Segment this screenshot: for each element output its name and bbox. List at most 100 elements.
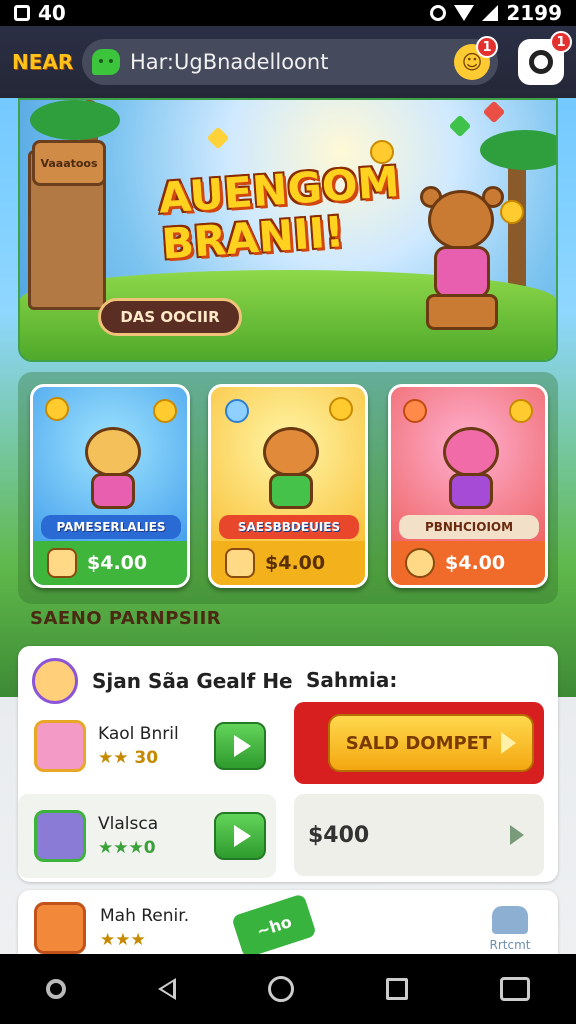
app-bar: NEAR Har:UgBnadelloont ☺ 1 1: [0, 26, 576, 98]
game-thumbnail: [34, 720, 86, 772]
list-item[interactable]: Kaol Bnril ★★ 30: [18, 704, 276, 788]
play-button[interactable]: [214, 722, 266, 770]
settings-button[interactable]: 1: [518, 31, 572, 85]
app-notification-icon: [14, 5, 30, 21]
main-content[interactable]: Vaaatoos AUENGOM BRANII! DAS OOCIIR PAME…: [0, 98, 576, 954]
back-icon[interactable]: [158, 978, 176, 1000]
building-icon: [492, 906, 528, 934]
bag-icon: [225, 548, 255, 578]
card-label: PAMESERLALIES: [41, 515, 181, 539]
pet-body: [269, 473, 313, 509]
panel-subtitle: Sahmia:: [306, 668, 398, 692]
palm-leaves: [30, 100, 120, 140]
promo-button[interactable]: SALD DOMPET: [328, 714, 534, 772]
play-button[interactable]: [214, 812, 266, 860]
pet-head: [443, 427, 499, 477]
corner-shortcut[interactable]: Rrtcmt: [480, 906, 540, 952]
palm-leaves-right: [480, 130, 556, 170]
wifi-icon: [454, 5, 475, 21]
system-nav-bar: [0, 954, 576, 1024]
pet-character: [435, 427, 507, 513]
game-name: Kaol Bnril: [98, 724, 179, 744]
ticket-icon[interactable]: ~ho: [231, 893, 317, 954]
list-item-text: Vlalsca ★★★0: [98, 814, 202, 858]
panel-title: Sjan Sãa Gealf He: [92, 669, 293, 693]
card-price-bar: $4.00: [33, 541, 187, 585]
card-price-bar: $4.00: [211, 541, 365, 585]
orange-coin-icon: [403, 399, 427, 423]
avatar[interactable]: [32, 658, 78, 704]
signal-icon: [482, 5, 499, 21]
card-price: $4.00: [445, 552, 506, 574]
blue-coin-icon: [225, 399, 249, 423]
product-cards: PAMESERLALIES $4.00 SAESBBDEUIES $4.00 P…: [18, 372, 558, 604]
list-item-text: Mah Renir. ★★★: [100, 906, 189, 950]
chat-icon: [92, 49, 120, 75]
gear-icon: [529, 50, 553, 74]
search-text: Har:UgBnadelloont: [130, 50, 329, 74]
pet-head: [85, 427, 141, 477]
price-row[interactable]: $400: [294, 794, 544, 876]
pet-character: [77, 427, 149, 513]
gear-icon[interactable]: [46, 979, 66, 999]
coin-icon: [45, 397, 69, 421]
card-label: PBNHCIOIOM: [399, 515, 539, 539]
banner-cta-button[interactable]: DAS OOCIIR: [98, 298, 242, 336]
app-logo[interactable]: NEAR: [12, 50, 73, 74]
status-left: 40: [14, 1, 66, 25]
secondary-panel: Mah Renir. ★★★ ~ho Rrtcmt: [18, 890, 558, 954]
price-value: $400: [308, 822, 370, 848]
pet-head: [263, 427, 319, 477]
bear-body: [434, 246, 490, 298]
promo-banner: SALD DOMPET: [294, 702, 544, 784]
product-card-3[interactable]: PBNHCIOIOM $4.00: [388, 384, 548, 588]
bag-icon: [47, 548, 77, 578]
card-price: $4.00: [265, 552, 326, 574]
keyboard-icon[interactable]: [500, 977, 530, 1001]
card-label: SAESBBDEUIES: [219, 515, 359, 539]
star-gem-icon: [206, 126, 230, 150]
recent-apps-icon[interactable]: [386, 978, 408, 1000]
chevron-right-icon: [510, 825, 524, 845]
card-price: $4.00: [87, 552, 148, 574]
pet-body: [449, 473, 493, 509]
game-name: Mah Renir.: [100, 906, 190, 926]
game-rating: ★★★0: [98, 838, 156, 858]
bear-mascot: [412, 186, 512, 340]
game-rating: ★★ 30: [98, 748, 159, 768]
corner-label: Rrtcmt: [489, 938, 531, 952]
coin-icon: [329, 397, 353, 421]
notification-badge: 1: [476, 36, 498, 58]
home-icon[interactable]: [268, 976, 294, 1002]
product-card-2[interactable]: SAESBBDEUIES $4.00: [208, 384, 368, 588]
status-bar: 40 2199: [0, 0, 576, 26]
coin-bag-icon: [405, 548, 435, 578]
games-panel: Sjan Sãa Gealf He Sahmia: Kaol Bnril ★★ …: [18, 646, 558, 882]
status-right: 2199: [430, 1, 562, 25]
arrow-right-icon: [501, 732, 517, 754]
pet-body: [91, 473, 135, 509]
hero-banner[interactable]: Vaaatoos AUENGOM BRANII! DAS OOCIIR: [18, 98, 558, 362]
hut-sign: Vaaatoos: [32, 140, 106, 186]
pet-character: [255, 427, 327, 513]
game-rating: ★★★: [100, 930, 146, 950]
search-bar[interactable]: Har:UgBnadelloont ☺ 1: [82, 36, 498, 85]
list-item[interactable]: Mah Renir. ★★★: [34, 902, 189, 954]
bear-head: [428, 190, 494, 250]
coin-icon: [509, 399, 533, 423]
list-item[interactable]: Vlalsca ★★★0: [18, 794, 276, 878]
banner-headline: AUENGOM BRANII!: [157, 157, 401, 269]
red-gem-icon: [482, 100, 506, 124]
emoji-notification-button[interactable]: ☺ 1: [454, 36, 498, 80]
green-gem-icon: [448, 114, 472, 138]
promo-label: SALD DOMPET: [345, 732, 492, 754]
list-item-text: Kaol Bnril ★★ 30: [98, 724, 202, 768]
settings-badge: 1: [550, 31, 572, 53]
section-title: SAENO PARNPSIIR: [30, 608, 222, 629]
status-time: 2199: [506, 1, 562, 25]
bear-legs: [426, 294, 498, 330]
product-card-1[interactable]: PAMESERLALIES $4.00: [30, 384, 190, 588]
game-thumbnail: [34, 810, 86, 862]
coin-icon: [153, 399, 177, 423]
card-price-bar: $4.00: [391, 541, 545, 585]
